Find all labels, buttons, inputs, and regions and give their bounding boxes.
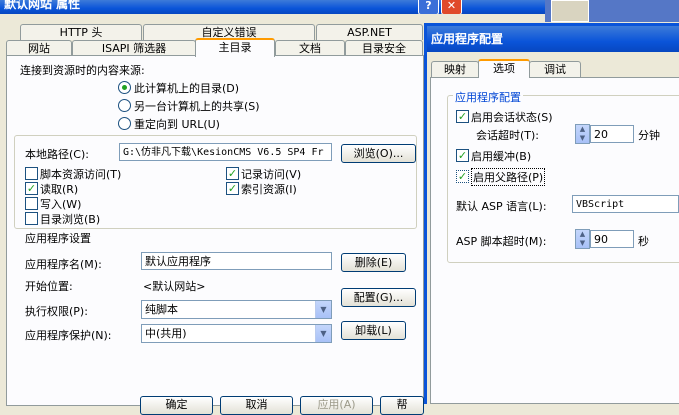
enable-buffer-label[interactable]: 启用缓冲(B) — [471, 148, 531, 164]
read-label[interactable]: 读取(R) — [40, 181, 78, 197]
tab-mappings[interactable]: 映射 — [431, 61, 479, 77]
execute-permissions-value: 纯脚本 — [145, 303, 178, 316]
enable-parent-paths-label[interactable]: 启用父路径(P) — [471, 168, 546, 186]
asp-script-timeout-label: ASP 脚本超时(M): — [456, 235, 547, 248]
checkbox-log-visits[interactable]: ✓ — [226, 167, 239, 180]
app-protection-value: 中(共用) — [145, 327, 187, 340]
execute-permissions-label: 执行权限(P): — [25, 305, 88, 318]
radio-this-computer[interactable] — [118, 81, 131, 94]
checkbox-enable-parent-paths[interactable]: ✓ — [456, 170, 469, 183]
ok-button[interactable]: 确定 — [140, 396, 213, 415]
write-label[interactable]: 写入(W) — [40, 196, 81, 212]
script-timeout-spinner[interactable]: ▲ ▼ — [575, 229, 590, 249]
app-config-title: 应用程序配置 — [431, 32, 504, 46]
spin-down-icon[interactable]: ▼ — [576, 134, 589, 143]
default-asp-language-label: 默认 ASP 语言(L): — [456, 200, 547, 213]
radio-redirect-url[interactable] — [118, 117, 131, 130]
app-config-title-bar[interactable]: 应用程序配置 — [427, 26, 679, 52]
tab-http-headers[interactable]: HTTP 头 — [20, 24, 142, 40]
enable-session-label[interactable]: 启用会话状态(S) — [471, 109, 553, 125]
tab-options[interactable]: 选项 — [478, 59, 530, 78]
app-name-field[interactable]: 默认应用程序 — [141, 252, 332, 270]
tab-isapi-filters[interactable]: ISAPI 筛选器 — [72, 40, 196, 56]
config-button[interactable]: 配置(G)... — [341, 288, 416, 307]
app-name-label: 应用程序名(M): — [25, 258, 102, 271]
session-timeout-label: 会话超时(T): — [476, 129, 540, 142]
directory-browsing-label[interactable]: 目录浏览(B) — [40, 211, 100, 227]
help-bottom-button[interactable]: 帮 — [380, 396, 424, 415]
unload-button[interactable]: 卸载(L) — [341, 321, 406, 340]
spin-down-icon[interactable]: ▼ — [576, 239, 589, 248]
checkbox-read[interactable]: ✓ — [25, 182, 38, 195]
session-timeout-unit: 分钟 — [638, 129, 660, 142]
log-visits-label[interactable]: 记录访问(V) — [241, 166, 301, 182]
main-window-title: 默认网站 属性 — [4, 0, 81, 11]
tab-website[interactable]: 网站 — [6, 40, 72, 56]
local-path-label: 本地路径(C): — [25, 148, 89, 161]
radio-network-share[interactable] — [118, 99, 131, 112]
apply-button[interactable]: 应用(A) — [300, 396, 373, 415]
desktop-thumbnail — [551, 0, 589, 22]
checkbox-enable-buffer[interactable]: ✓ — [456, 149, 469, 162]
checkbox-write[interactable] — [25, 197, 38, 210]
spin-up-icon[interactable]: ▲ — [576, 230, 589, 239]
remove-button[interactable]: 删除(E) — [341, 253, 406, 272]
script-source-access-label[interactable]: 脚本资源访问(T) — [40, 166, 121, 182]
app-protection-select[interactable]: 中(共用) ▼ — [141, 324, 332, 343]
tab-debugging[interactable]: 调试 — [529, 61, 581, 77]
close-button[interactable]: ✕ — [441, 0, 462, 14]
tab-aspnet[interactable]: ASP.NET — [316, 24, 423, 40]
chevron-down-icon[interactable]: ▼ — [315, 325, 331, 342]
checkbox-directory-browsing[interactable] — [25, 212, 38, 225]
radio-this-computer-label[interactable]: 此计算机上的目录(D) — [134, 80, 239, 96]
app-protection-label: 应用程序保护(N): — [25, 329, 112, 342]
tab-home-directory[interactable]: 主目录 — [195, 38, 275, 57]
start-point-label: 开始位置: — [25, 280, 73, 293]
browse-button[interactable]: 浏览(O)... — [341, 144, 416, 163]
spin-up-icon[interactable]: ▲ — [576, 125, 589, 134]
script-timeout-field[interactable]: 90 — [590, 230, 634, 248]
session-timeout-spinner[interactable]: ▲ ▼ — [575, 124, 590, 144]
main-title-bar[interactable]: 默认网站 属性 ? ✕ — [0, 0, 545, 14]
default-asp-language-field[interactable]: VBScript — [572, 195, 679, 213]
execute-permissions-select[interactable]: 纯脚本 ▼ — [141, 300, 332, 319]
checkbox-script-source-access[interactable] — [25, 167, 38, 180]
script-timeout-unit: 秒 — [638, 235, 649, 248]
tab-documents[interactable]: 文档 — [275, 40, 345, 56]
radio-redirect-url-label[interactable]: 重定向到 URL(U) — [134, 116, 220, 132]
desktop-background — [545, 0, 679, 22]
radio-network-share-label[interactable]: 另一台计算机上的共享(S) — [134, 98, 260, 114]
content-source-label: 连接到资源时的内容来源: — [20, 64, 145, 77]
index-resource-label[interactable]: 索引资源(I) — [241, 181, 297, 197]
help-button[interactable]: ? — [418, 0, 439, 14]
cancel-button[interactable]: 取消 — [220, 396, 293, 415]
session-timeout-field[interactable]: 20 — [590, 125, 634, 143]
chevron-down-icon[interactable]: ▼ — [315, 301, 331, 318]
app-config-group-label: 应用程序配置 — [453, 89, 523, 105]
checkbox-index-resource[interactable]: ✓ — [226, 182, 239, 195]
start-point-value: <默认网站> — [143, 280, 206, 293]
local-path-field[interactable]: G:\仿非凡下载\KesionCMS V6.5 SP4 Fr — [119, 143, 332, 161]
tab-directory-security[interactable]: 目录安全 — [345, 40, 423, 56]
checkbox-enable-session[interactable]: ✓ — [456, 110, 469, 123]
app-settings-heading: 应用程序设置 — [25, 232, 91, 245]
